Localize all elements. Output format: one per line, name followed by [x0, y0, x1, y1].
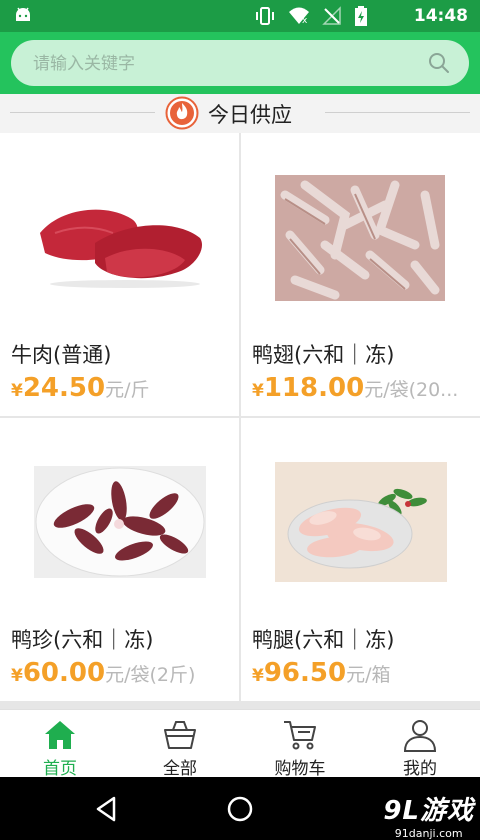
- product-price: ¥118.00元/袋(20...: [252, 373, 472, 403]
- status-bar: x 14:48: [0, 0, 480, 32]
- product-name: 鸭腿(六和｜冻): [252, 628, 395, 652]
- currency-symbol: ¥: [11, 666, 23, 686]
- price-unit: 元/袋(20...: [364, 379, 459, 401]
- fire-icon: [165, 96, 199, 130]
- divider-left: [10, 112, 155, 113]
- back-icon[interactable]: [92, 794, 122, 824]
- tab-label: 首页: [43, 759, 77, 779]
- cart-icon: [284, 721, 316, 750]
- watermark-logo: 9L游戏 91danji.com: [383, 790, 474, 840]
- product-image-duck-wings: [275, 175, 445, 301]
- price-amount: 118.00: [263, 373, 365, 403]
- section-title: 今日供应: [208, 103, 292, 127]
- product-card[interactable]: 鸭翅(六和｜冻) ¥118.00元/袋(20...: [241, 133, 480, 416]
- divider-right: [325, 112, 470, 113]
- product-price: ¥60.00元/袋(2斤): [11, 658, 231, 688]
- currency-symbol: ¥: [11, 381, 23, 401]
- product-grid: 牛肉(普通) ¥24.50元/斤 鸭翅(六和｜冻) ¥118.00元/袋(20.…: [0, 133, 480, 709]
- tab-all[interactable]: 全部: [120, 710, 240, 779]
- search-icon[interactable]: [427, 51, 451, 75]
- price-amount: 24.50: [22, 373, 106, 403]
- tab-label: 全部: [163, 759, 197, 779]
- tab-cart[interactable]: 购物车: [240, 710, 360, 779]
- search-field[interactable]: [11, 40, 469, 88]
- price-amount: 96.50: [263, 658, 347, 688]
- product-image-beef: [35, 188, 205, 298]
- currency-symbol: ¥: [252, 666, 264, 686]
- price-unit: 元/箱: [346, 664, 391, 686]
- bottom-tab-bar: 首页 全部 购物车 我的: [0, 709, 480, 779]
- home-icon: [45, 721, 75, 749]
- svg-text:x: x: [302, 16, 308, 26]
- no-signal-icon: [322, 6, 341, 25]
- product-image-duck-legs: [275, 462, 447, 582]
- product-price: ¥24.50元/斤: [11, 373, 231, 403]
- product-name: 鸭翅(六和｜冻): [252, 343, 395, 367]
- user-icon: [403, 720, 437, 752]
- product-name: 鸭珍(六和｜冻): [11, 628, 154, 652]
- watermark-url: 91danji.com: [394, 827, 463, 840]
- wifi-icon: x: [289, 7, 309, 26]
- product-card[interactable]: 鸭腿(六和｜冻) ¥96.50元/箱: [241, 418, 480, 701]
- price-amount: 60.00: [22, 658, 106, 688]
- product-card[interactable]: 鸭珍(六和｜冻) ¥60.00元/袋(2斤): [0, 418, 239, 701]
- watermark-brand: 9L游戏: [383, 796, 474, 826]
- price-unit: 元/袋(2斤): [105, 664, 196, 686]
- home-nav-icon[interactable]: [225, 794, 255, 824]
- tab-label: 购物车: [274, 759, 326, 779]
- basket-icon: [164, 721, 196, 749]
- search-bar: [0, 32, 480, 94]
- tab-profile[interactable]: 我的: [360, 710, 480, 779]
- clock: 14:48: [413, 6, 468, 26]
- price-unit: 元/斤: [105, 379, 150, 401]
- product-name: 牛肉(普通): [11, 343, 112, 367]
- tab-label: 我的: [403, 759, 437, 779]
- product-price: ¥96.50元/箱: [252, 658, 472, 688]
- section-header: 今日供应: [0, 94, 480, 132]
- vibrate-icon: [256, 7, 274, 25]
- tab-home[interactable]: 首页: [0, 710, 120, 779]
- android-notification-icon: [16, 7, 30, 21]
- search-input[interactable]: [31, 40, 415, 88]
- battery-icon: [355, 6, 367, 26]
- currency-symbol: ¥: [252, 381, 264, 401]
- product-card[interactable]: 牛肉(普通) ¥24.50元/斤: [0, 133, 239, 416]
- product-image-duck-gizzards: [34, 466, 206, 578]
